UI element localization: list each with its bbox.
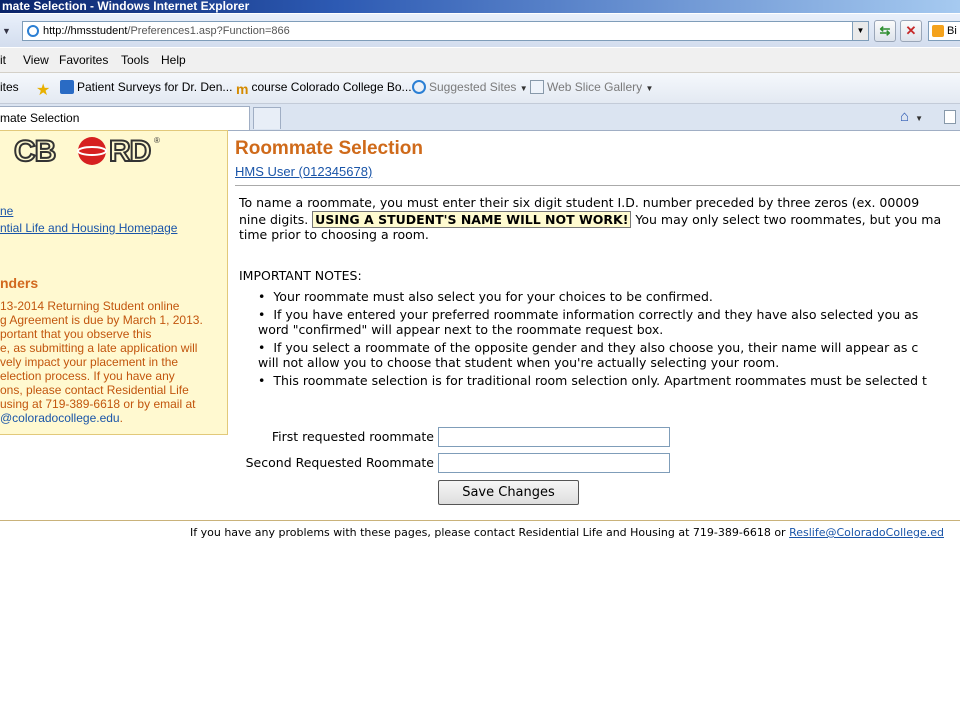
reminder-line: portant that you observe this [0,327,152,341]
cbord-logo: CB RD ® [14,134,160,168]
search-box[interactable]: Bi [928,21,960,41]
fav-item-suggested-sites[interactable]: Suggested Sites ▼ [412,80,528,94]
chevron-down-icon: ▼ [645,84,654,93]
favorites-label[interactable]: ites [0,80,19,94]
intro-line-1: To name a roommate, you must enter their… [239,195,920,210]
note-item: • If you select a roommate of the opposi… [258,340,918,355]
add-favorite-star-icon[interactable]: ★ [36,80,50,100]
reminder-email-line: @coloradocollege.edu. [0,411,123,425]
fav-item-label: course Colorado College Bo... [251,80,412,94]
second-roommate-label: Second Requested Roommate [245,455,434,470]
reslife-email-link[interactable]: @coloradocollege.edu [0,411,120,425]
period: . [119,411,123,425]
sidebar-link-housing-homepage[interactable]: ntial Life and Housing Homepage [0,221,177,235]
bullet-icon: • [258,307,266,322]
menu-favorites[interactable]: Favorites [59,53,108,67]
stop-icon[interactable]: ✕ [900,20,922,42]
title-divider [235,185,960,186]
menu-help[interactable]: Help [161,53,186,67]
back-forward-dropdown-icon[interactable]: ▼ [2,26,11,36]
footer-email-link[interactable]: Reslife@ColoradoCollege.ed [789,526,944,539]
note-item: • Your roommate must also select you for… [258,289,713,304]
ie-page-icon [27,25,39,37]
hg-site-icon [60,80,74,94]
fav-item-web-slice-gallery[interactable]: Web Slice Gallery ▼ [530,80,653,94]
reminder-line: election process. If you have any [0,369,175,383]
fav-item-label: Suggested Sites [429,80,517,94]
intro-text: You may only select two roommates, but y… [631,212,942,227]
bullet-icon: • [258,340,266,355]
window-title-bar: mate Selection - Windows Internet Explor… [0,0,960,13]
note-continuation: will not allow you to choose that studen… [258,355,780,370]
note-text: If you select a roommate of the opposite… [273,340,919,355]
svg-text:CB: CB [14,135,56,168]
intro-line-2: nine digits. USING A STUDENT'S NAME WILL… [239,211,941,228]
ie-icon [412,80,426,94]
home-icon[interactable]: ⌂ ▼ [900,108,923,125]
tab-title: mate Selection [0,111,80,125]
new-tab-button[interactable] [253,107,281,129]
reminder-line: e, as submitting a late application will [0,341,198,355]
note-item: • If you have entered your preferred roo… [258,307,918,322]
footer-message: If you have any problems with these page… [190,526,790,539]
feeds-page-icon[interactable] [944,110,956,124]
footer-divider [0,520,960,521]
svg-text:®: ® [154,136,160,145]
intro-text: nine digits. [239,212,313,227]
chevron-down-icon[interactable]: ▼ [915,114,923,123]
page-title: Roommate Selection [235,138,423,159]
url-host: http://hmsstudent [43,25,128,37]
note-text: If you have entered your preferred roomm… [273,307,919,322]
hms-user-link[interactable]: HMS User (012345678) [235,164,372,179]
reminder-line: using at 719-389-6618 or by email at [0,397,196,411]
bullet-icon: • [258,373,266,388]
svg-text:RD: RD [109,135,151,168]
refresh-icon[interactable]: ⇆ [874,20,896,42]
first-roommate-label: First requested roommate [271,429,434,444]
url-path: /Preferences1.asp?Function=866 [127,25,290,37]
second-roommate-input[interactable] [438,453,670,473]
notes-heading: IMPORTANT NOTES: [239,268,362,283]
fav-item-course-colorado[interactable]: m course Colorado College Bo... [236,80,412,97]
reminder-line: g Agreement is due by March 1, 2013. [0,313,203,327]
intro-line-3: time prior to choosing a room. [239,227,429,242]
moodle-icon: m [236,81,249,97]
reminder-line: ons, please contact Residential Life [0,383,189,397]
name-warning-box: USING A STUDENT'S NAME WILL NOT WORK! [312,211,632,228]
chevron-down-icon: ▼ [519,84,528,93]
fav-item-label: Patient Surveys for Dr. Den... [77,80,233,94]
save-changes-button[interactable]: Save Changes [438,480,579,505]
note-text: This roommate selection is for tradition… [273,373,927,388]
fav-item-patient-surveys[interactable]: Patient Surveys for Dr. Den... [60,80,232,94]
menu-file[interactable]: it [0,53,6,67]
search-label: Bi [947,25,957,37]
address-dropdown-icon[interactable]: ▼ [852,22,868,40]
window-title: mate Selection - Windows Internet Explor… [2,0,250,13]
sidebar-link-home[interactable]: ne [0,204,13,218]
menu-view[interactable]: View [23,53,49,67]
note-text: Your roommate must also select you for y… [273,289,713,304]
reminder-line: vely impact your placement in the [0,355,179,369]
note-continuation: word "confirmed" will appear next to the… [258,322,664,337]
bullet-icon: • [258,289,266,304]
menu-tools[interactable]: Tools [121,53,149,67]
address-bar[interactable]: http://hmsstudent/Preferences1.asp?Funct… [22,21,869,41]
first-roommate-input[interactable] [438,427,670,447]
tab-roommate-selection[interactable]: mate Selection [0,106,250,130]
bing-icon [932,25,944,37]
footer-text: If you have any problems with these page… [190,526,944,539]
note-item: • This roommate selection is for traditi… [258,373,927,388]
reminder-line: 13-2014 Returning Student online [0,299,180,313]
web-slice-icon [530,80,544,94]
reminders-heading: nders [0,275,39,291]
fav-item-label: Web Slice Gallery [547,80,643,94]
